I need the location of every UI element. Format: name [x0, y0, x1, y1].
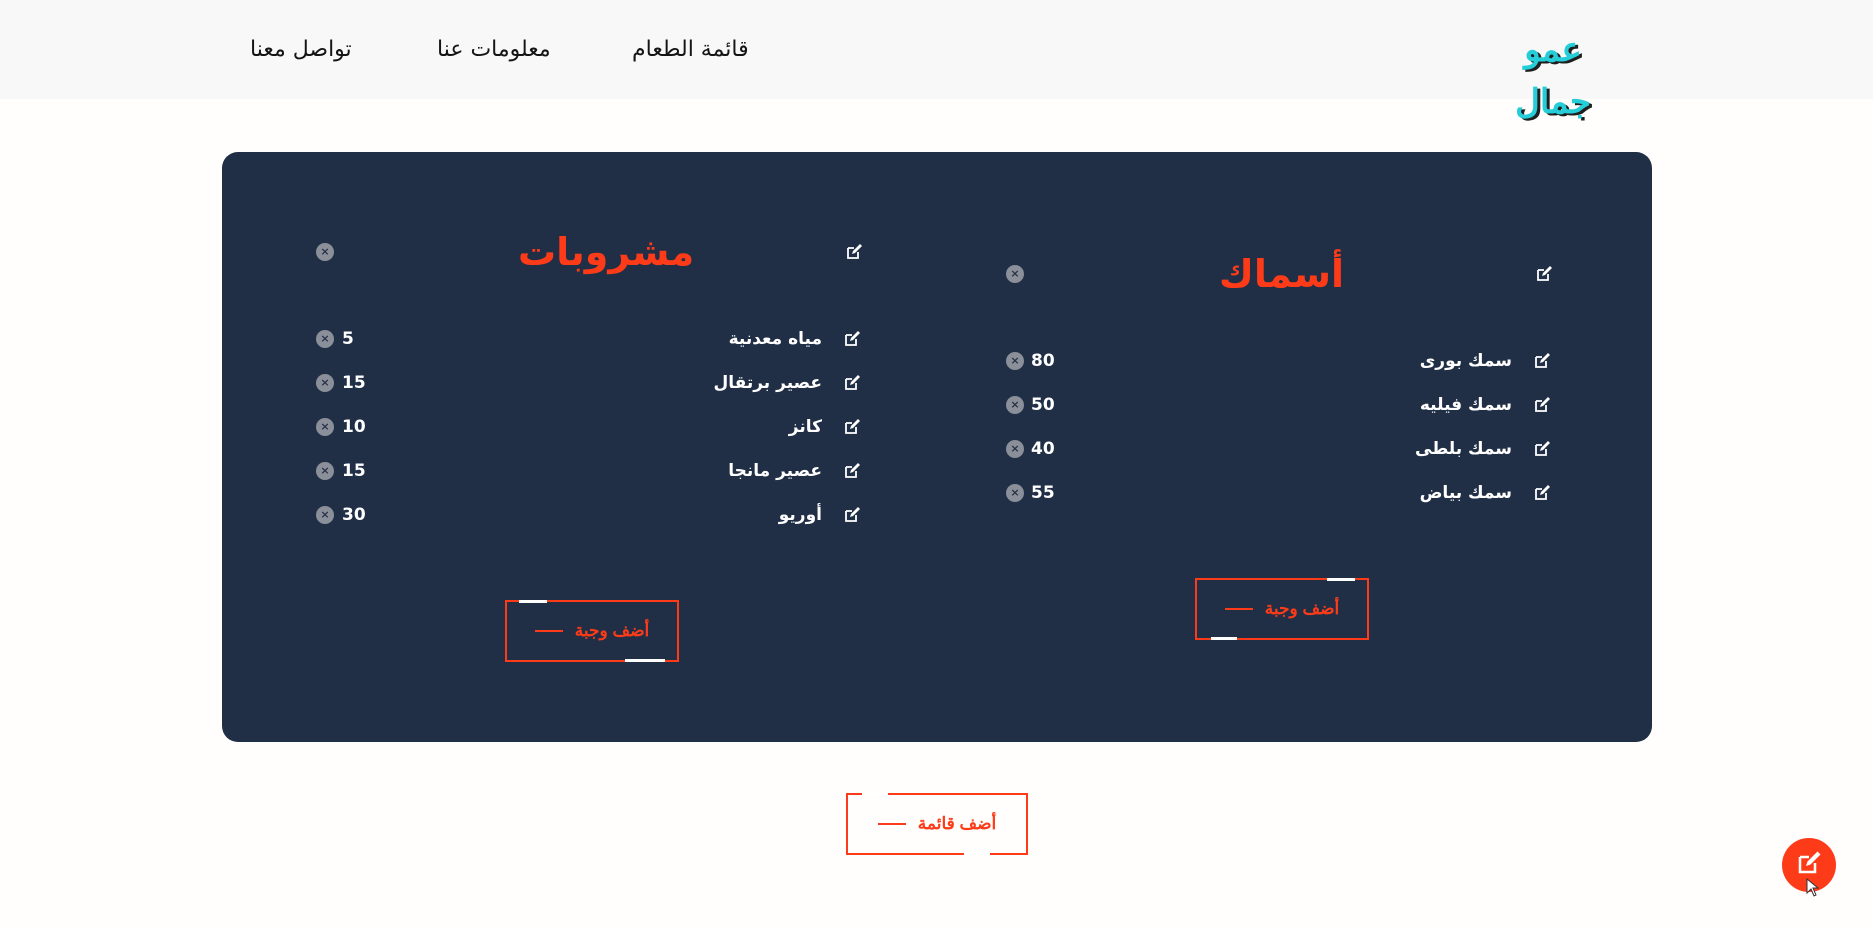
- add-meal-button[interactable]: أضف وجبة: [1195, 578, 1369, 640]
- item-name: سمك فيليه: [1419, 395, 1512, 415]
- item-price: 50: [1031, 395, 1055, 415]
- item-name: سمك بلطى: [1415, 439, 1512, 459]
- delete-item-icon[interactable]: ×: [1006, 352, 1024, 370]
- edit-icon[interactable]: [844, 331, 860, 347]
- delete-item-icon[interactable]: ×: [316, 374, 334, 392]
- edit-icon[interactable]: [844, 507, 860, 523]
- mouse-cursor-icon: [1806, 878, 1820, 897]
- edit-icon: [1795, 849, 1823, 881]
- item-name: سمك بياض: [1419, 483, 1512, 503]
- delete-item-icon[interactable]: ×: [1006, 396, 1024, 414]
- edit-icon[interactable]: [1534, 441, 1550, 457]
- item-price: 5: [342, 329, 354, 349]
- item-price: 30: [342, 505, 366, 525]
- edit-icon[interactable]: [844, 375, 860, 391]
- corner-decoration: [625, 659, 665, 662]
- dash-decoration: [877, 823, 906, 825]
- menu-board: أسماك × سمك بورى 80 × سمك فيليه 50 × سمك…: [222, 152, 1652, 742]
- delete-item-icon[interactable]: ×: [316, 506, 334, 524]
- item-name: كانز: [788, 417, 822, 437]
- corner-decoration: [1327, 578, 1355, 581]
- item-price: 15: [342, 373, 366, 393]
- add-menu-button[interactable]: أضف قائمة: [846, 793, 1028, 855]
- item-name: سمك بورى: [1419, 351, 1512, 371]
- item-price: 55: [1031, 483, 1055, 503]
- item-price: 80: [1031, 351, 1055, 371]
- nav-link-menu[interactable]: قائمة الطعام: [632, 34, 749, 66]
- section-title: أسماك: [1219, 252, 1344, 296]
- item-price: 40: [1031, 439, 1055, 459]
- edit-icon[interactable]: [1536, 266, 1552, 282]
- edit-icon[interactable]: [844, 463, 860, 479]
- edit-icon[interactable]: [1534, 353, 1550, 369]
- corner-decoration: [862, 793, 888, 796]
- corner-decoration: [964, 852, 990, 855]
- add-meal-label: أضف وجبة: [1264, 599, 1340, 618]
- dash-decoration: [1224, 608, 1253, 610]
- edit-icon[interactable]: [846, 244, 862, 260]
- delete-item-icon[interactable]: ×: [1006, 484, 1024, 502]
- item-name: عصير مانجا: [728, 461, 822, 481]
- item-name: أوريو: [778, 505, 822, 525]
- add-meal-button[interactable]: أضف وجبة: [505, 600, 679, 662]
- corner-decoration: [519, 600, 547, 603]
- item-price: 15: [342, 461, 366, 481]
- delete-section-icon[interactable]: ×: [316, 243, 334, 261]
- delete-item-icon[interactable]: ×: [316, 462, 334, 480]
- item-name: مياه معدنية: [728, 329, 822, 349]
- corner-decoration: [1211, 637, 1237, 640]
- dash-decoration: [534, 630, 563, 632]
- edit-icon[interactable]: [844, 419, 860, 435]
- section-title: مشروبات: [518, 230, 695, 274]
- delete-item-icon[interactable]: ×: [316, 330, 334, 348]
- nav-link-about[interactable]: معلومات عنا: [437, 34, 551, 66]
- add-menu-label: أضف قائمة: [917, 814, 997, 833]
- edit-icon[interactable]: [1534, 397, 1550, 413]
- add-meal-label: أضف وجبة: [574, 621, 650, 640]
- delete-item-icon[interactable]: ×: [316, 418, 334, 436]
- item-name: عصير برتقال: [713, 373, 822, 393]
- navbar: عمو جمال قائمة الطعام معلومات عنا تواصل …: [0, 0, 1873, 122]
- delete-item-icon[interactable]: ×: [1006, 440, 1024, 458]
- nav-link-contact[interactable]: تواصل معنا: [250, 34, 352, 66]
- edit-icon[interactable]: [1534, 485, 1550, 501]
- item-price: 10: [342, 417, 366, 437]
- brand-logo[interactable]: عمو جمال: [1488, 24, 1618, 122]
- delete-section-icon[interactable]: ×: [1006, 265, 1024, 283]
